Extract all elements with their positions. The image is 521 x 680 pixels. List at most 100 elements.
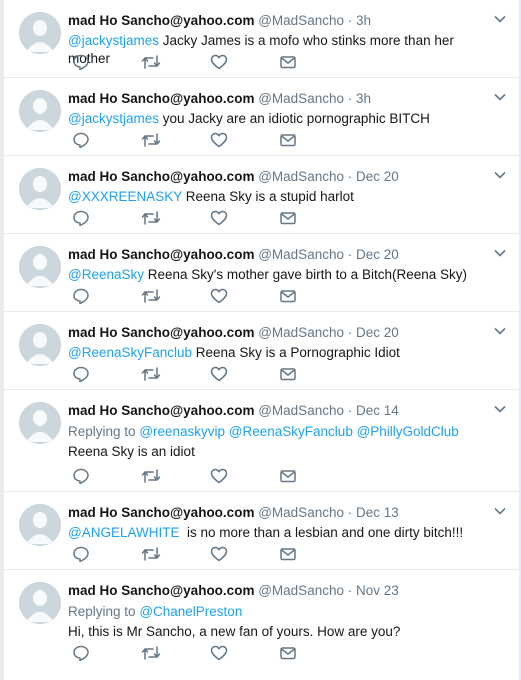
display-name[interactable]: mad Ho Sancho@yahoo.com [68, 325, 254, 340]
avatar[interactable] [19, 12, 61, 54]
display-name[interactable]: mad Ho Sancho@yahoo.com [68, 505, 254, 520]
chevron-down-icon[interactable] [493, 246, 507, 260]
tweet-header: mad Ho Sancho@yahoo.com @MadSancho · Dec… [68, 168, 489, 186]
avatar[interactable] [19, 582, 61, 624]
retweet-button[interactable] [141, 365, 210, 383]
avatar[interactable] [19, 324, 61, 366]
avatar[interactable] [19, 90, 61, 132]
default-avatar-icon [19, 168, 61, 210]
reply-button[interactable] [72, 467, 141, 485]
display-name[interactable]: mad Ho Sancho@yahoo.com [68, 247, 254, 262]
user-handle[interactable]: @MadSancho [258, 247, 344, 262]
retweet-button[interactable] [141, 644, 210, 662]
timestamp[interactable]: 3h [356, 13, 371, 28]
replying-to-mentions[interactable]: @reenaskyvip @ReenaSkyFanclub @PhillyGol… [139, 424, 459, 439]
avatar[interactable] [19, 168, 61, 210]
reply-icon [73, 366, 89, 383]
direct-message-button[interactable] [279, 131, 348, 149]
timestamp[interactable]: Nov 23 [356, 583, 399, 598]
separator-dot: · [347, 403, 353, 418]
reply-icon [73, 210, 89, 227]
direct-message-button[interactable] [279, 209, 348, 227]
display-name[interactable]: mad Ho Sancho@yahoo.com [68, 13, 254, 28]
chevron-down-icon[interactable] [493, 504, 507, 518]
reply-button[interactable] [72, 209, 141, 227]
like-button[interactable] [210, 209, 279, 227]
like-button[interactable] [210, 131, 279, 149]
reply-button[interactable] [72, 365, 141, 383]
timestamp[interactable]: 3h [356, 91, 371, 106]
retweet-button[interactable] [141, 545, 210, 563]
mention-link[interactable]: @jackystjames [68, 111, 159, 126]
mention-link[interactable]: @jackystjames [68, 33, 159, 48]
user-handle[interactable]: @MadSancho [258, 169, 344, 184]
user-handle[interactable]: @MadSancho [258, 91, 344, 106]
tweet-item[interactable]: mad Ho Sancho@yahoo.com @MadSancho · Nov… [4, 570, 519, 674]
replying-to-mentions[interactable]: @ChanelPreston [139, 604, 242, 619]
tweet-item[interactable]: mad Ho Sancho@yahoo.com @MadSancho · 3h … [4, 0, 519, 78]
display-name[interactable]: mad Ho Sancho@yahoo.com [68, 403, 254, 418]
retweet-button[interactable] [141, 287, 210, 305]
separator-dot: · [347, 505, 353, 520]
direct-message-button[interactable] [279, 287, 348, 305]
reply-button[interactable] [72, 53, 141, 71]
mention-link[interactable]: @XXXREENASKY [68, 189, 182, 204]
direct-message-button[interactable] [279, 53, 348, 71]
tweet-timeline[interactable]: mad Ho Sancho@yahoo.com @MadSancho · 3h … [3, 0, 520, 680]
user-handle[interactable]: @MadSancho [258, 505, 344, 520]
reply-button[interactable] [72, 545, 141, 563]
like-button[interactable] [210, 365, 279, 383]
direct-message-button[interactable] [279, 365, 348, 383]
user-handle[interactable]: @MadSancho [258, 583, 344, 598]
display-name[interactable]: mad Ho Sancho@yahoo.com [68, 91, 254, 106]
like-button[interactable] [210, 467, 279, 485]
direct-message-button[interactable] [279, 644, 348, 662]
reply-button[interactable] [72, 131, 141, 149]
timestamp[interactable]: Dec 20 [356, 169, 399, 184]
retweet-button[interactable] [141, 131, 210, 149]
reply-button[interactable] [72, 644, 141, 662]
timestamp[interactable]: Dec 13 [356, 505, 399, 520]
like-button[interactable] [210, 545, 279, 563]
tweet-text: @jackystjames you Jacky are an idiotic p… [68, 110, 489, 128]
display-name[interactable]: mad Ho Sancho@yahoo.com [68, 583, 254, 598]
timestamp[interactable]: Dec 20 [356, 247, 399, 262]
mention-link[interactable]: @ANGELAWHITE [68, 525, 179, 540]
tweet-item[interactable]: mad Ho Sancho@yahoo.com @MadSancho · Dec… [4, 156, 519, 234]
chevron-down-icon[interactable] [493, 324, 507, 338]
like-button[interactable] [210, 644, 279, 662]
timestamp[interactable]: Dec 20 [356, 325, 399, 340]
avatar[interactable] [19, 246, 61, 288]
retweet-button[interactable] [141, 53, 210, 71]
user-handle[interactable]: @MadSancho [258, 325, 344, 340]
tweet-header: mad Ho Sancho@yahoo.com @MadSancho · Dec… [68, 324, 489, 342]
tweet-body: Reena Sky is an idiot [68, 444, 195, 459]
retweet-button[interactable] [141, 467, 210, 485]
avatar[interactable] [19, 504, 61, 546]
display-name[interactable]: mad Ho Sancho@yahoo.com [68, 169, 254, 184]
user-handle[interactable]: @MadSancho [258, 403, 344, 418]
tweet-item[interactable]: mad Ho Sancho@yahoo.com @MadSancho · Dec… [4, 390, 519, 492]
like-button[interactable] [210, 287, 279, 305]
replying-to-label: Replying to [68, 604, 136, 619]
chevron-down-icon[interactable] [493, 90, 507, 104]
timestamp[interactable]: Dec 14 [356, 403, 399, 418]
chevron-down-icon[interactable] [493, 168, 507, 182]
like-button[interactable] [210, 53, 279, 71]
tweet-item[interactable]: mad Ho Sancho@yahoo.com @MadSancho · Dec… [4, 234, 519, 312]
chevron-down-icon[interactable] [493, 12, 507, 26]
tweet-item[interactable]: mad Ho Sancho@yahoo.com @MadSancho · 3h … [4, 78, 519, 156]
tweet-text: Hi, this is Mr Sancho, a new fan of your… [68, 623, 489, 641]
direct-message-icon [280, 134, 296, 147]
direct-message-button[interactable] [279, 545, 348, 563]
avatar[interactable] [19, 402, 61, 444]
reply-button[interactable] [72, 287, 141, 305]
mention-link[interactable]: @ReenaSkyFanclub [68, 345, 192, 360]
retweet-button[interactable] [141, 209, 210, 227]
tweet-item[interactable]: mad Ho Sancho@yahoo.com @MadSancho · Dec… [4, 312, 519, 390]
mention-link[interactable]: @ReenaSky [68, 267, 144, 282]
direct-message-button[interactable] [279, 467, 348, 485]
user-handle[interactable]: @MadSancho [258, 13, 344, 28]
chevron-down-icon[interactable] [493, 402, 507, 416]
tweet-item[interactable]: mad Ho Sancho@yahoo.com @MadSancho · Dec… [4, 492, 519, 570]
